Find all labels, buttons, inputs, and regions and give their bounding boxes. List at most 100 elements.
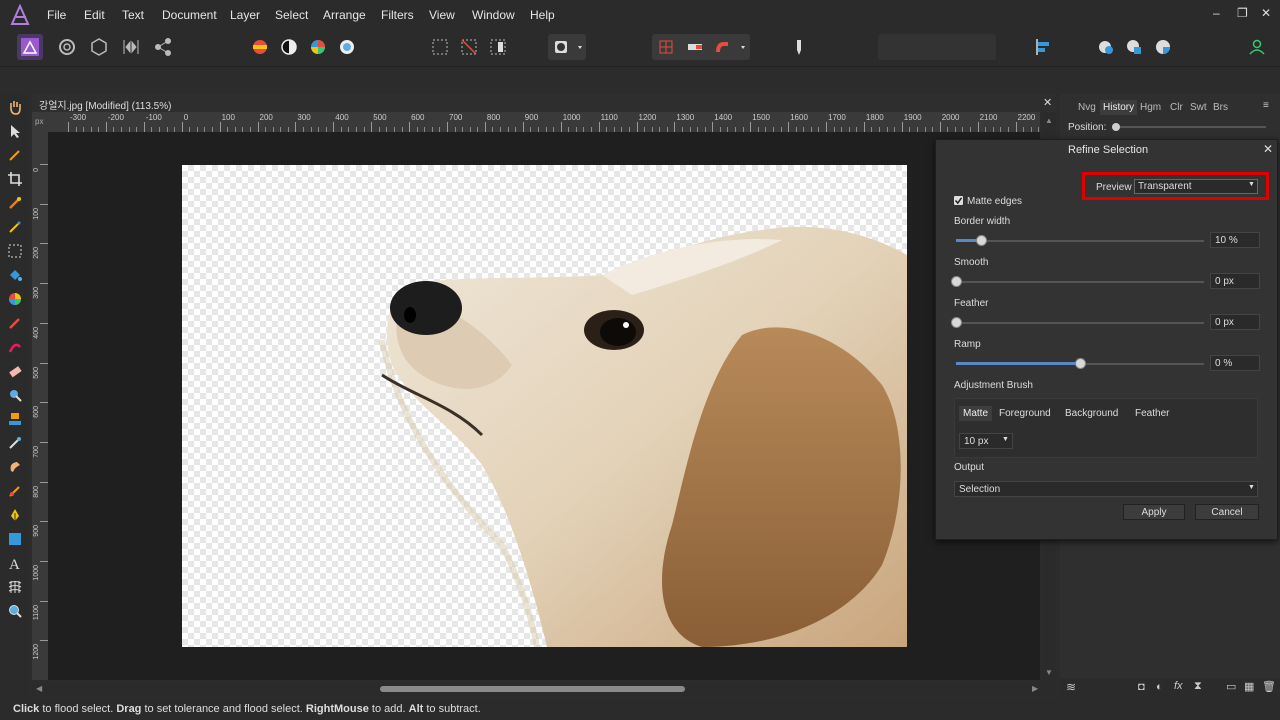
quick-mask-dropdown[interactable] (548, 34, 586, 60)
liquify-persona-button[interactable] (54, 34, 80, 60)
feather-value[interactable]: 0 px (1210, 314, 1260, 330)
border-width-knob[interactable] (975, 235, 987, 246)
scroll-right-icon[interactable]: ▶ (1032, 684, 1038, 693)
document-tab[interactable]: 강얼지.jpg [Modified] (113.5%) ✕ (32, 94, 1056, 112)
photo-persona-button[interactable] (17, 34, 43, 60)
preview-select[interactable]: Transparent ▼ (1134, 179, 1258, 194)
auto-white-balance-button[interactable] (334, 34, 360, 60)
layers-icon[interactable]: ≋ (1066, 680, 1076, 694)
menu-edit[interactable]: Edit (84, 8, 105, 22)
brush-size-select[interactable]: 10 px ▼ (959, 433, 1013, 449)
marquee-tool-icon[interactable] (7, 243, 23, 259)
cancel-button[interactable]: Cancel (1195, 504, 1259, 520)
document-image[interactable] (182, 165, 907, 647)
text-tool-icon[interactable]: A (7, 555, 23, 571)
brush-mode-foreground[interactable]: Foreground (999, 408, 1051, 419)
pen-tool-icon[interactable] (7, 507, 23, 523)
brush-mode-background[interactable]: Background (1065, 408, 1118, 419)
feather-slider[interactable] (956, 322, 1204, 324)
mesh-warp-icon[interactable] (7, 579, 23, 595)
tab-color[interactable]: Clr (1170, 102, 1183, 113)
fx-icon[interactable]: fx (1174, 680, 1183, 692)
menu-arrange[interactable]: Arrange (323, 8, 366, 22)
menu-filters[interactable]: Filters (381, 8, 414, 22)
fill-tool-icon[interactable] (7, 267, 23, 283)
tab-brushes[interactable]: Brs (1213, 102, 1228, 113)
hand-tool-icon[interactable] (7, 99, 23, 115)
invert-selection-button[interactable] (485, 34, 511, 60)
group-icon[interactable]: ▭ (1226, 680, 1236, 693)
live-filter-icon[interactable]: ⧗ (1194, 680, 1202, 693)
deselect-button[interactable] (456, 34, 482, 60)
border-width-value[interactable]: 10 % (1210, 232, 1260, 248)
eraser-icon[interactable] (7, 363, 23, 379)
scroll-down-icon[interactable]: ▼ (1045, 668, 1053, 677)
gradient-tool-icon[interactable] (7, 291, 23, 307)
blend-modes-button[interactable] (1092, 34, 1118, 60)
dialog-close-button[interactable]: ✕ (1263, 142, 1273, 156)
tab-swatches[interactable]: Swt (1190, 102, 1207, 113)
menu-text[interactable]: Text (122, 8, 144, 22)
smooth-slider[interactable] (956, 281, 1204, 283)
dodge-tool-icon[interactable] (7, 387, 23, 403)
trash-icon[interactable]: 🗑 (1262, 680, 1276, 693)
maximize-button[interactable]: ❐ (1237, 6, 1248, 20)
tone-mapping-persona-button[interactable] (118, 34, 144, 60)
account-button[interactable] (1244, 34, 1270, 60)
align-button[interactable] (1030, 34, 1056, 60)
tab-histogram[interactable]: Hgm (1140, 102, 1161, 113)
auto-colors-button[interactable] (305, 34, 331, 60)
paint-brush-icon[interactable] (7, 315, 23, 331)
smooth-knob[interactable] (951, 276, 962, 287)
close-document-button[interactable]: ✕ (1043, 96, 1052, 109)
ramp-value[interactable]: 0 % (1210, 355, 1260, 371)
subtract-button[interactable] (1150, 34, 1176, 60)
menu-view[interactable]: View (429, 8, 455, 22)
color-picker-icon[interactable] (7, 147, 23, 163)
smooth-value[interactable]: 0 px (1210, 273, 1260, 289)
flood-select-icon[interactable] (7, 219, 23, 235)
zoom-tool-icon[interactable] (7, 603, 23, 619)
crop-tool-icon[interactable] (7, 171, 23, 187)
selection-brush-icon[interactable] (7, 195, 23, 211)
blemish-tool-icon[interactable] (7, 435, 23, 451)
eyedropper-button[interactable] (786, 34, 812, 60)
horizontal-scroll-thumb[interactable] (380, 686, 685, 692)
move-tool-icon[interactable] (7, 123, 23, 139)
red-eye-icon[interactable] (7, 483, 23, 499)
position-slider[interactable] (1116, 126, 1266, 128)
position-slider-knob[interactable] (1112, 123, 1120, 131)
add-pixel-layer-icon[interactable]: ▦ (1244, 680, 1254, 693)
close-window-button[interactable]: ✕ (1261, 6, 1271, 20)
marquee-selection-button[interactable] (427, 34, 453, 60)
minimize-button[interactable]: – (1213, 6, 1220, 20)
horizontal-scrollbar[interactable]: ◀ ▶ (32, 682, 1056, 696)
menu-document[interactable]: Document (162, 8, 217, 22)
border-width-slider[interactable] (956, 240, 1204, 242)
brush-mode-feather[interactable]: Feather (1135, 408, 1169, 419)
output-select[interactable]: Selection ▼ (954, 481, 1258, 497)
menu-select[interactable]: Select (275, 8, 308, 22)
auto-contrast-button[interactable] (276, 34, 302, 60)
menu-help[interactable]: Help (530, 8, 555, 22)
menu-file[interactable]: File (47, 8, 66, 22)
menu-layer[interactable]: Layer (230, 8, 260, 22)
tab-navigator[interactable]: Nvg (1078, 102, 1096, 113)
tab-history[interactable]: History (1100, 100, 1138, 115)
panel-menu-icon[interactable]: ≡ (1263, 100, 1269, 111)
color-replace-icon[interactable] (7, 339, 23, 355)
scroll-up-icon[interactable]: ▲ (1045, 116, 1053, 125)
rectangle-tool-icon[interactable] (7, 531, 23, 547)
mask-icon[interactable]: ◘ (1138, 681, 1145, 693)
ramp-knob[interactable] (1075, 358, 1086, 369)
layer-mask-button[interactable] (1121, 34, 1147, 60)
brush-mode-matte[interactable]: Matte (959, 406, 993, 421)
clone-tool-icon[interactable] (7, 411, 23, 427)
feather-knob[interactable] (951, 317, 962, 328)
export-persona-button[interactable] (150, 34, 176, 60)
matte-edges-checkbox[interactable] (954, 196, 963, 205)
menu-window[interactable]: Window (472, 8, 515, 22)
scroll-left-icon[interactable]: ◀ (36, 684, 42, 693)
smudge-tool-icon[interactable] (7, 459, 23, 475)
apply-button[interactable]: Apply (1123, 504, 1185, 520)
